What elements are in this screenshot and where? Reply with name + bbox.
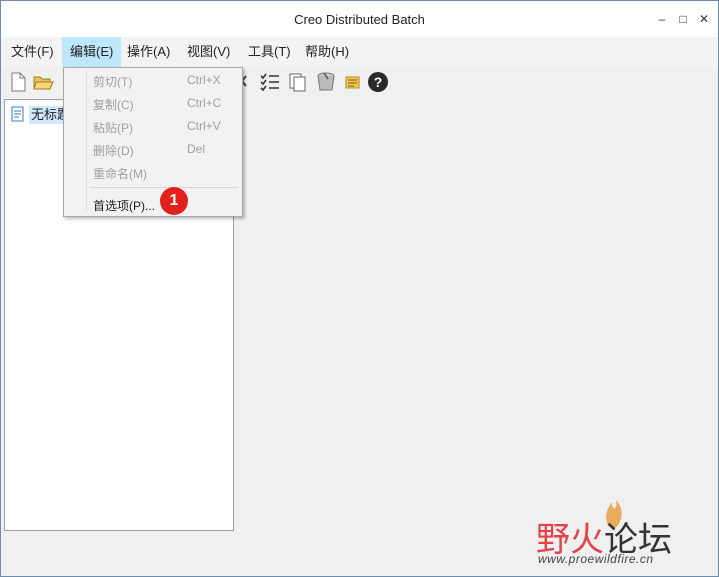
menu-item-cut[interactable]: 剪切(T) Ctrl+X: [64, 69, 242, 92]
svg-text:?: ?: [374, 74, 383, 90]
menu-item-preferences[interactable]: 首选项(P)...: [64, 193, 242, 216]
watermark-url: www.proewildfire.cn: [538, 552, 654, 566]
document-icon[interactable]: [342, 71, 364, 93]
step-number-badge: 1: [160, 187, 188, 215]
menu-bar: 文件(F) 编辑(E) 操作(A) 视图(V) 工具(T) 帮助(H): [1, 37, 718, 67]
help-icon[interactable]: ?: [367, 71, 389, 93]
menu-operation[interactable]: 操作(A): [119, 37, 178, 67]
watermark-logo: 野火论坛 www.proewildfire.cn: [536, 500, 716, 576]
detail-panel: [234, 99, 718, 537]
menu-item-rename[interactable]: 重命名(M): [64, 161, 242, 184]
menu-item-label: 重命名(M): [93, 167, 147, 181]
menu-help[interactable]: 帮助(H): [297, 37, 357, 67]
menu-item-label: 首选项(P)...: [93, 199, 155, 213]
menu-item-shortcut: Ctrl+V: [187, 119, 221, 133]
menu-item-shortcut: Ctrl+X: [187, 73, 221, 87]
window-title: Creo Distributed Batch: [294, 12, 425, 27]
document-icon: [11, 106, 24, 122]
menu-item-shortcut: Ctrl+C: [187, 96, 222, 110]
menu-view[interactable]: 视图(V): [179, 37, 238, 67]
menu-item-label: 删除(D): [93, 144, 134, 158]
menu-item-shortcut: Del: [187, 142, 206, 156]
title-bar: Creo Distributed Batch – □ ✕: [1, 1, 718, 37]
copy-pages-icon[interactable]: [287, 71, 309, 93]
clear-bucket-icon[interactable]: [315, 71, 337, 93]
menu-item-label: 剪切(T): [93, 75, 133, 89]
menu-edit[interactable]: 编辑(E): [62, 37, 122, 67]
menu-item-copy[interactable]: 复制(C) Ctrl+C: [64, 92, 242, 115]
menu-item-label: 复制(C): [93, 98, 134, 112]
menu-item-label: 粘贴(P): [93, 121, 133, 135]
close-button[interactable]: ✕: [694, 10, 714, 28]
open-folder-icon[interactable]: [32, 71, 54, 93]
menu-separator: [90, 187, 238, 188]
tree-item-untitled[interactable]: 无标题: [11, 106, 73, 124]
edit-menu-dropdown: 剪切(T) Ctrl+X 复制(C) Ctrl+C 粘贴(P) Ctrl+V 删…: [63, 67, 243, 217]
maximize-button[interactable]: □: [673, 10, 693, 28]
app-window: Creo Distributed Batch – □ ✕ 文件(F) 编辑(E)…: [0, 0, 719, 577]
new-file-icon[interactable]: [7, 71, 29, 93]
menu-tools[interactable]: 工具(T): [240, 37, 299, 67]
checklist-icon[interactable]: [259, 71, 281, 93]
menu-file[interactable]: 文件(F): [3, 37, 62, 67]
minimize-button[interactable]: –: [652, 10, 672, 28]
menu-item-delete[interactable]: 删除(D) Del: [64, 138, 242, 161]
menu-item-paste[interactable]: 粘贴(P) Ctrl+V: [64, 115, 242, 138]
